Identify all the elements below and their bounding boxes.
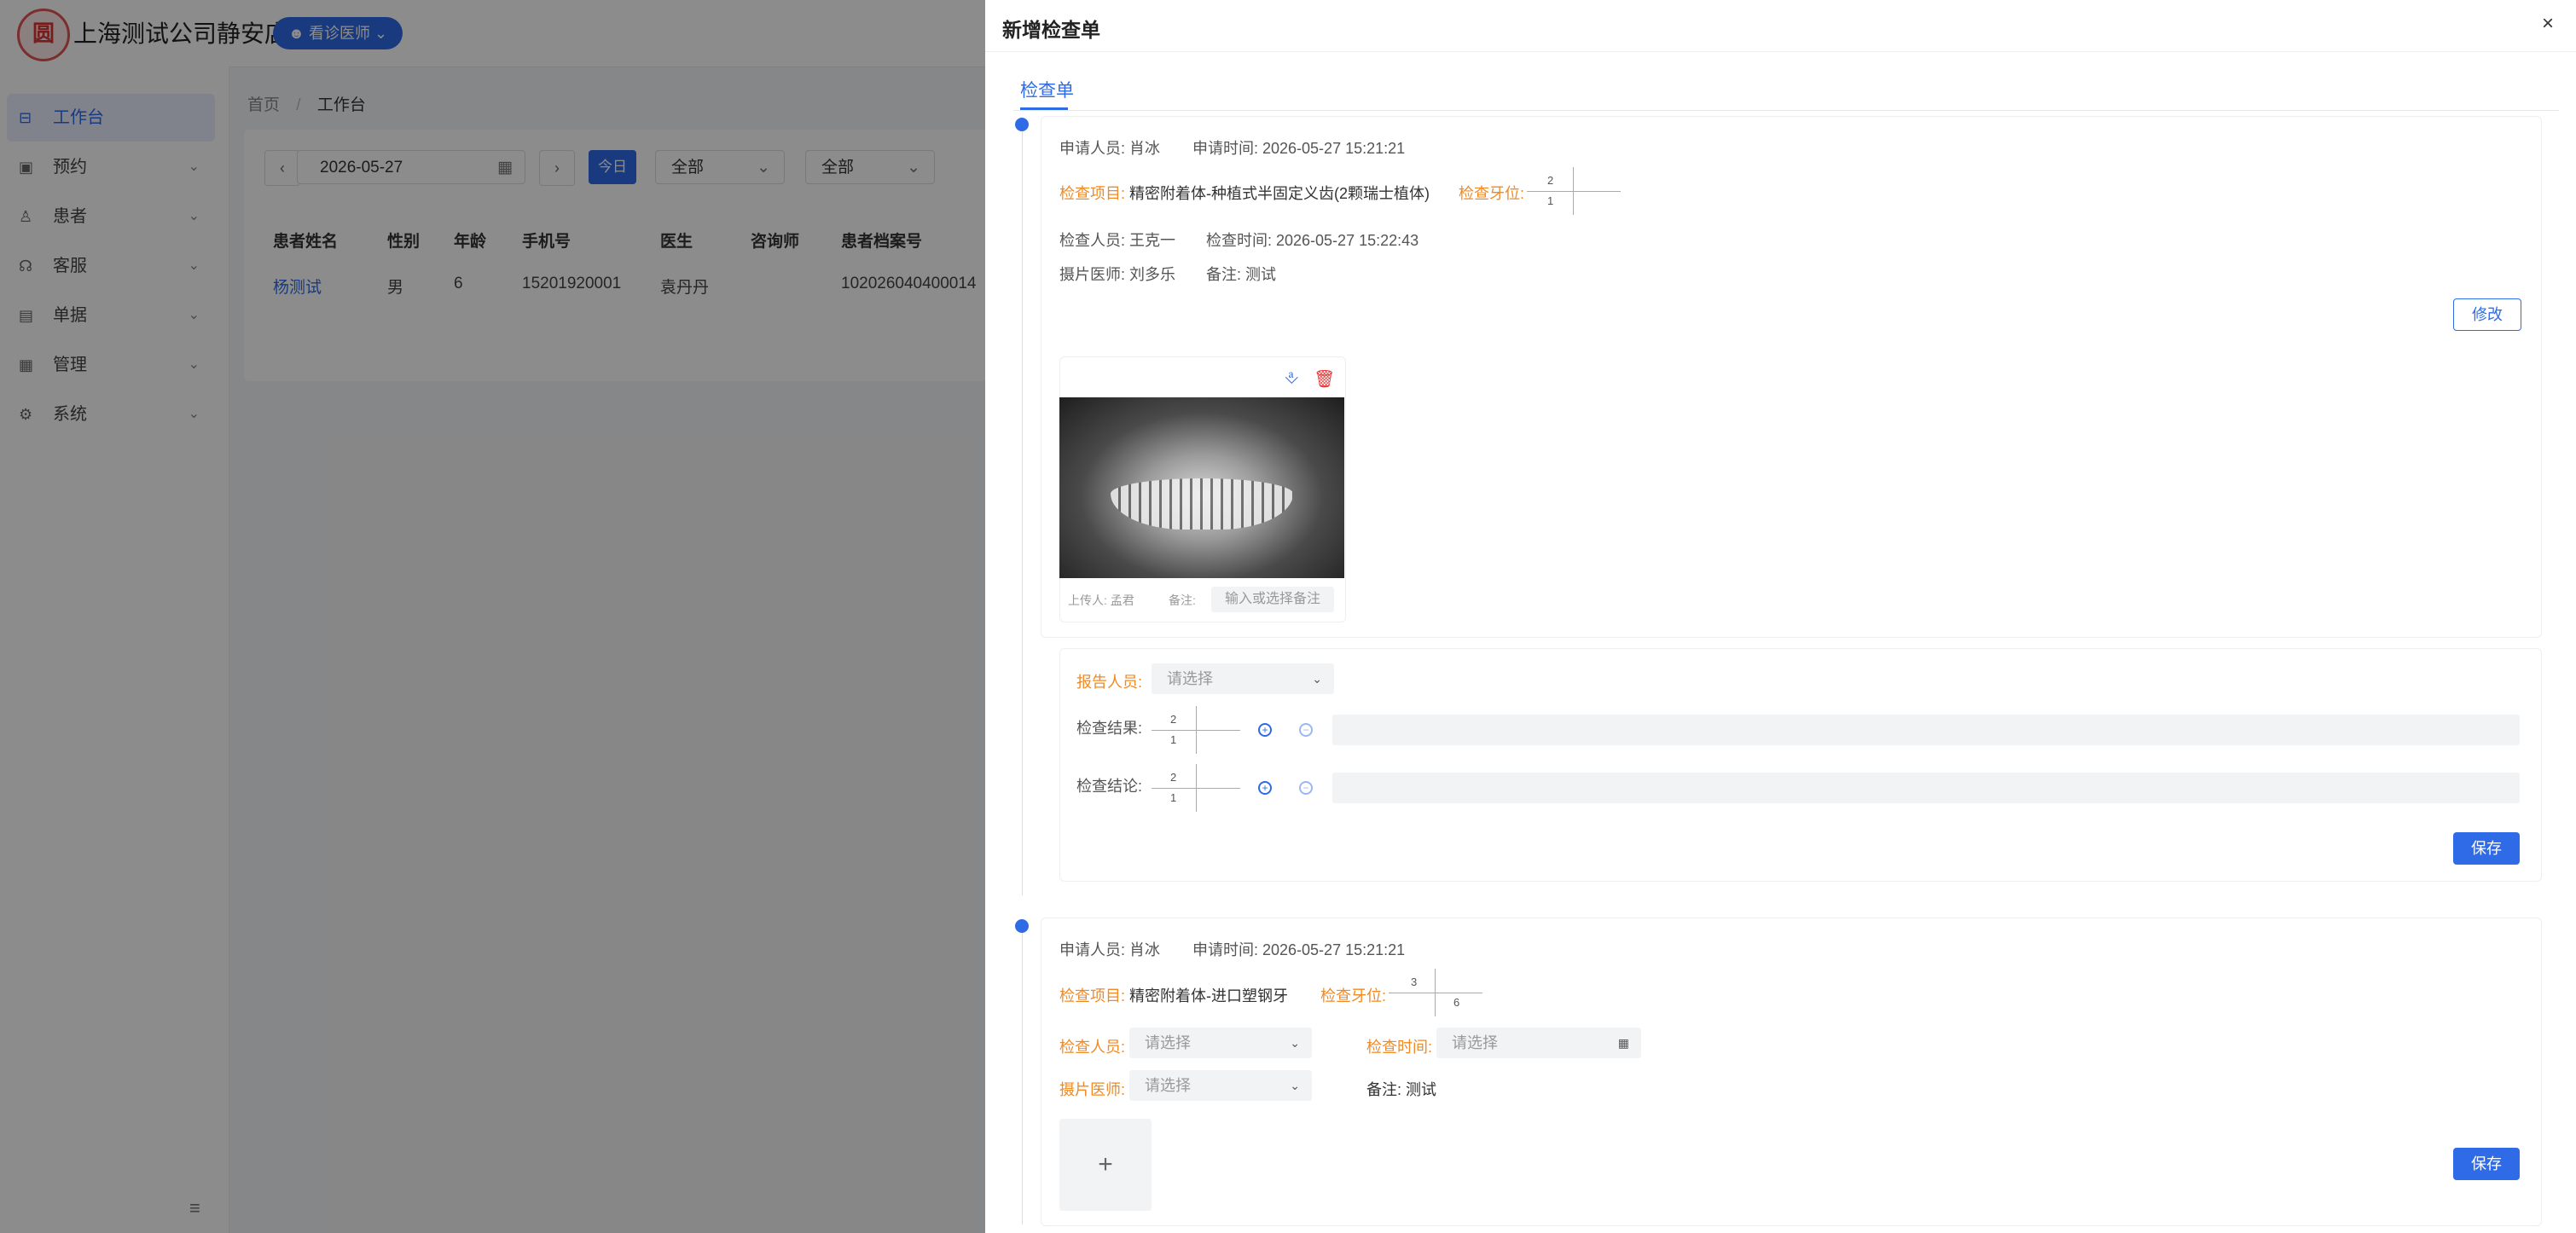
add-circle-icon[interactable]: + <box>1258 781 1272 795</box>
examiner-text: 检查人员: 王克一 <box>1059 232 1176 249</box>
xray-image[interactable] <box>1059 397 1344 578</box>
tooth-icon[interactable]: ⎀ <box>1285 368 1298 388</box>
remark-text: 备注: 测试 <box>1206 266 1277 283</box>
result-label: 检查结果: <box>1076 720 1143 737</box>
conclusion-label: 检查结论: <box>1076 778 1143 795</box>
save-report-button[interactable]: 保存 <box>2453 832 2520 865</box>
delete-icon[interactable]: 🗑 <box>1314 368 1335 390</box>
divider <box>1013 110 2559 111</box>
add-circle-icon[interactable]: + <box>1258 723 1272 737</box>
apply-time-text: 申请时间: 2026-05-27 15:21:21 <box>1192 140 1406 157</box>
timeline-dot <box>1015 919 1029 933</box>
apply-time-text: 申请时间: 2026-05-27 15:21:21 <box>1192 941 1406 958</box>
divider <box>985 51 2576 52</box>
tooth-position-label: 检查牙位: <box>1459 185 1525 202</box>
exam-item-value: 精密附着体-进口塑钢牙 <box>1129 987 1288 1004</box>
save-exam-button[interactable]: 保存 <box>2453 1148 2520 1180</box>
remark-text: 备注: 测试 <box>1366 1081 1437 1098</box>
applicant-text: 申请人员: 肖冰 <box>1059 140 1161 157</box>
chevron-down-icon: ⌄ <box>1312 672 1322 686</box>
examiner-label: 检查人员: <box>1059 1039 1126 1056</box>
exam-time-text: 检查时间: 2026-05-27 15:22:43 <box>1206 232 1419 249</box>
exam-item-value: 精密附着体-种植式半固定义齿(2颗瑞士植体) <box>1129 185 1430 202</box>
result-tooth-chart[interactable]: 2 1 <box>1152 706 1240 754</box>
chevron-down-icon: ⌄ <box>1290 1036 1300 1050</box>
timeline-line <box>1022 926 1023 1224</box>
timeline-line <box>1022 128 1023 895</box>
chevron-down-icon: ⌄ <box>1290 1079 1300 1092</box>
exam-item-label: 检查项目: <box>1059 185 1126 202</box>
conclusion-input[interactable] <box>1332 773 2520 803</box>
remove-circle-icon[interactable]: − <box>1299 723 1313 737</box>
upload-image-button[interactable]: + <box>1059 1119 1152 1211</box>
timeline-dot <box>1015 118 1029 131</box>
examiner-select[interactable]: 请选择 ⌄ <box>1129 1028 1312 1058</box>
image-remark-label: 备注: <box>1169 593 1196 607</box>
film-doctor-label: 摄片医师: <box>1059 1081 1126 1098</box>
conclusion-tooth-chart[interactable]: 2 1 <box>1152 764 1240 812</box>
uploader-info: 上传人: 孟君 <box>1068 593 1134 607</box>
close-icon[interactable]: × <box>2542 12 2554 36</box>
tooth-position-label: 检查牙位: <box>1320 987 1387 1004</box>
calendar-icon: ▦ <box>1617 1036 1629 1050</box>
remove-circle-icon[interactable]: − <box>1299 781 1313 795</box>
reporter-select[interactable]: 请选择 ⌄ <box>1152 663 1334 694</box>
tab-exam-form[interactable]: 检查单 <box>1020 77 1074 102</box>
film-doctor-text: 摄片医师: 刘多乐 <box>1059 266 1176 283</box>
reporter-label: 报告人员: <box>1076 674 1143 691</box>
tooth-chart[interactable]: 2 1 <box>1527 167 1621 215</box>
modal-overlay[interactable] <box>0 0 985 1233</box>
drawer-title: 新增检查单 <box>1002 19 1100 41</box>
result-input[interactable] <box>1332 715 2520 745</box>
exam-time-label: 检查时间: <box>1366 1039 1433 1056</box>
exam-item-label: 检查项目: <box>1059 987 1126 1004</box>
tooth-chart[interactable]: 3 6 <box>1389 969 1482 1016</box>
applicant-text: 申请人员: 肖冰 <box>1059 941 1161 958</box>
film-doctor-select[interactable]: 请选择 ⌄ <box>1129 1070 1312 1101</box>
image-remark-input[interactable]: 输入或选择备注 <box>1211 587 1334 612</box>
edit-button[interactable]: 修改 <box>2453 298 2521 331</box>
exam-time-picker[interactable]: 请选择 ▦ <box>1436 1028 1641 1058</box>
